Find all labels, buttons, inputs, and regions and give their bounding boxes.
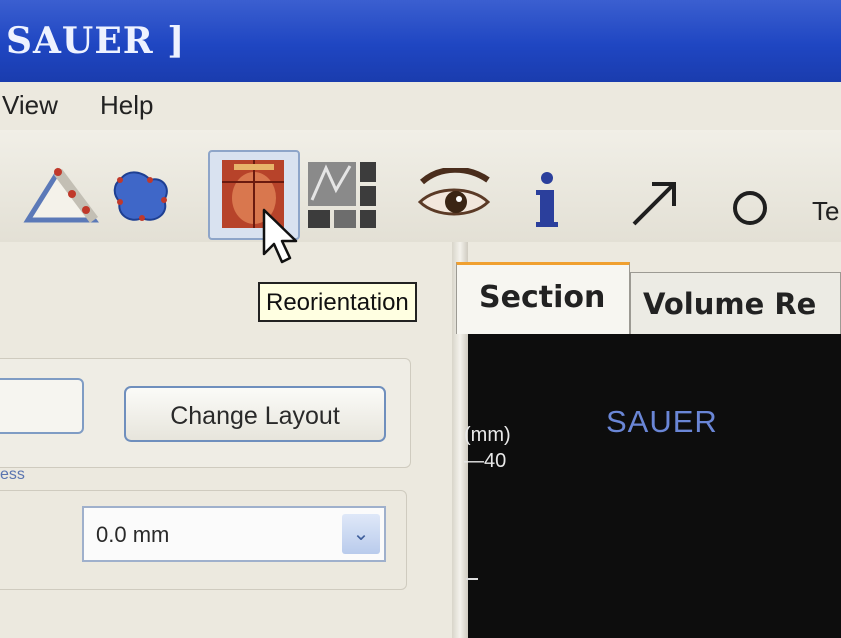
application-window: SAUER ] View Help Te Change Layout ess 0… (0, 0, 841, 638)
angle-measure-icon[interactable] (22, 160, 102, 226)
ruler-tick-mark (466, 578, 478, 580)
eye-icon[interactable] (416, 168, 492, 226)
arrow-icon[interactable] (628, 176, 682, 230)
tooltip: Reorientation (258, 282, 417, 322)
circle-icon[interactable] (730, 188, 770, 228)
thickness-label: ess (0, 466, 25, 483)
chevron-down-icon[interactable]: ⌄ (342, 514, 380, 554)
mouse-cursor-icon (262, 208, 298, 264)
thickness-value: 0.0 mm (96, 522, 170, 547)
tab-section[interactable]: Section (456, 262, 630, 334)
change-layout-button[interactable]: Change Layout (124, 386, 386, 442)
patient-name: SAUER (606, 404, 718, 439)
menu-help[interactable]: Help (100, 90, 153, 121)
window-title: SAUER ] (6, 20, 186, 62)
image-viewport[interactable] (468, 334, 841, 638)
ruler-tick-label: —40 (464, 450, 507, 472)
info-icon[interactable] (532, 170, 562, 230)
freehand-region-icon[interactable] (110, 166, 176, 226)
tab-volume-rendering[interactable]: Volume Re (630, 272, 841, 334)
layout-grid-icon[interactable] (306, 160, 380, 230)
text-tool-label[interactable]: Te (812, 196, 839, 227)
thickness-select[interactable]: 0.0 mm ⌄ (82, 506, 386, 562)
ruler-unit-label: (mm) (464, 424, 511, 446)
menu-view[interactable]: View (2, 90, 58, 121)
menu-bar: View Help (0, 82, 841, 130)
layout-button-partial[interactable] (0, 378, 84, 434)
title-bar[interactable]: SAUER ] (0, 0, 841, 82)
